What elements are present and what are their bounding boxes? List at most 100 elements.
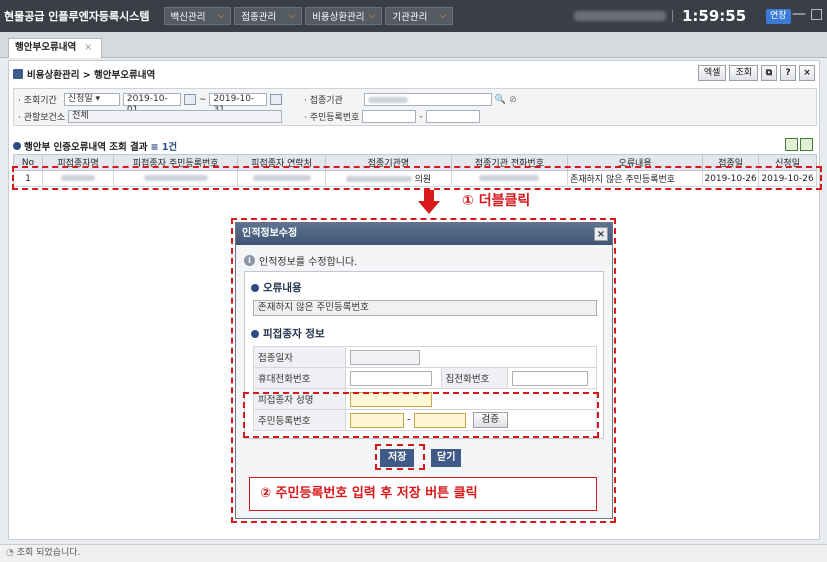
org-label: · 접종기관 — [304, 96, 343, 106]
menu-label: 기관관리 — [392, 12, 428, 23]
row-highlight-annotation — [12, 166, 822, 190]
period-row: · 조회기간 신청일 ▾ 2019-10-01 ~ 2019-10-31 — [18, 93, 283, 115]
search-button[interactable]: 조회 — [729, 65, 758, 81]
chevron-down-icon: ⌵ — [439, 11, 447, 21]
mobile-cell — [345, 367, 442, 389]
vacc-date-field — [350, 349, 420, 365]
search-icon[interactable]: 🔍 — [495, 95, 506, 105]
rrn-front-input[interactable] — [362, 110, 417, 123]
chevron-down-icon: ⌵ — [368, 11, 376, 21]
mobile-input[interactable] — [350, 370, 432, 386]
clear-icon[interactable]: ⊘ — [509, 95, 517, 105]
menu-institution[interactable]: 기관관리 ⌵ — [385, 7, 454, 25]
vacc-date-cell — [345, 346, 597, 368]
section-person-title: 피접종자 정보 — [263, 328, 325, 340]
annotation-save-instruction: ② 주민등록번호 입력 후 저장 버튼 클릭 — [249, 477, 597, 511]
section-error: 오류내용 — [251, 280, 302, 295]
date-from-input[interactable]: 2019-10-01 — [122, 93, 181, 115]
grid-settings-icon[interactable] — [785, 138, 798, 151]
calendar-icon[interactable] — [183, 94, 196, 105]
help-button[interactable]: ? — [780, 65, 796, 81]
extend-session-button[interactable]: 연장 — [766, 9, 791, 24]
home-phone-input[interactable] — [511, 370, 588, 386]
vacc-date-label: 접종일자 — [253, 346, 346, 368]
app-title: 현물공급 인플루엔자등록시스템 — [4, 10, 150, 23]
toolbar: 엑셀 조회 ⧉ ? × — [697, 65, 815, 81]
arrow-down-icon — [418, 190, 440, 214]
grid-tools — [785, 138, 813, 151]
dialog-message: i 인적정보를 수정합니다. — [244, 253, 357, 268]
edit-person-dialog: 인적정보수정 × i 인적정보를 수정합니다. 오류내용 존재하지 않은 주민등… — [235, 222, 613, 519]
dash: - — [419, 111, 423, 122]
save-highlight-annotation — [375, 444, 425, 470]
period-type-value: 신청일 — [67, 94, 93, 104]
breadcrumb: 비용상환관리 > 행안부오류내역 — [13, 67, 155, 81]
bullet-icon — [251, 283, 259, 292]
result-count: ≡ 1건 — [150, 142, 178, 153]
error-content-field: 존재하지 않은 주민등록번호 — [253, 300, 597, 316]
health-center-row: · 관할보건소 전체 — [18, 110, 283, 123]
chevron-down-icon: ⌵ — [217, 11, 225, 21]
org-input[interactable] — [363, 93, 492, 106]
annotation-double-click: ① 더블클릭 — [462, 193, 531, 209]
dialog-message-text: 인적정보를 수정합니다. — [259, 257, 358, 268]
menu-label: 비용상환관리 — [312, 12, 365, 23]
bullet-icon — [251, 329, 259, 338]
home-phone-label: 집전화번호 — [440, 367, 508, 389]
form-row: 휴대전화번호 집전화번호 — [253, 367, 598, 389]
page-icon — [13, 69, 23, 79]
close-icon[interactable]: × — [84, 42, 92, 53]
tab-mois-errors[interactable]: 행안부오류내역 × — [8, 38, 102, 58]
close-page-button[interactable]: × — [799, 65, 815, 81]
rrn-back-input[interactable] — [425, 110, 480, 123]
menu-vaccination[interactable]: 접종관리 ⌵ — [234, 7, 303, 25]
health-center-field[interactable]: 전체 — [68, 110, 283, 123]
close-icon[interactable]: × — [594, 227, 608, 241]
rrn-label: · 주민등록번호 — [304, 113, 360, 123]
excel-button[interactable]: 엑셀 — [697, 65, 727, 81]
menu-vaccine[interactable]: 백신관리 ⌵ — [163, 7, 232, 25]
org-row: · 접종기관 🔍 ⊘ — [304, 93, 517, 106]
dialog-title: 인적정보수정 — [242, 228, 298, 239]
health-center-label: · 관할보건소 — [18, 113, 66, 123]
section-error-title: 오류내용 — [263, 282, 302, 294]
tilde: ~ — [198, 94, 207, 105]
bullet-icon — [13, 142, 21, 150]
blurred-value — [367, 97, 408, 103]
session-clock: 1:59:55 — [682, 7, 747, 25]
search-panel: · 조회기간 신청일 ▾ 2019-10-01 ~ 2019-10-31 · 관… — [13, 88, 817, 126]
rrn-row: · 주민등록번호 - — [304, 110, 480, 123]
mobile-label: 휴대전화번호 — [253, 367, 346, 389]
dialog-header: 인적정보수정 × — [236, 223, 612, 245]
main-menu: 백신관리 ⌵ 접종관리 ⌵ 비용상환관리 ⌵ 기관관리 ⌵ — [163, 7, 454, 25]
period-label: · 조회기간 — [18, 96, 57, 106]
minimize-icon[interactable]: — — [792, 6, 806, 22]
form-row: 접종일자 — [253, 346, 597, 368]
section-person: 피접종자 정보 — [251, 326, 325, 341]
grid-title-text: 행안부 인증오류내역 조회 결과 — [24, 142, 148, 153]
chevron-down-icon: ⌵ — [288, 11, 296, 21]
status-text: 조회 되었습니다. — [16, 548, 81, 558]
user-info-blurred — [574, 11, 666, 21]
date-to-input[interactable]: 2019-10-31 — [209, 93, 268, 115]
calendar-icon[interactable] — [270, 94, 283, 105]
menu-reimbursement[interactable]: 비용상환관리 ⌵ — [305, 7, 383, 25]
home-phone-cell — [506, 367, 598, 389]
divider — [672, 10, 673, 22]
period-type-select[interactable]: 신청일 ▾ — [63, 93, 120, 106]
popout-icon[interactable]: ⧉ — [761, 65, 777, 81]
maximize-icon[interactable]: □ — [810, 6, 823, 22]
title-bar: 현물공급 인플루엔자등록시스템 백신관리 ⌵ 접종관리 ⌵ 비용상환관리 ⌵ 기관관리… — [0, 0, 827, 32]
excel-export-icon[interactable] — [800, 138, 813, 151]
tab-label: 행안부오류내역 — [15, 42, 77, 53]
grid-title: 행안부 인증오류내역 조회 결과 ≡ 1건 — [13, 139, 177, 153]
menu-label: 백신관리 — [170, 12, 206, 23]
close-button[interactable]: 닫기 — [431, 449, 462, 467]
breadcrumb-text: 비용상환관리 > 행안부오류내역 — [27, 70, 156, 81]
menu-label: 접종관리 — [241, 12, 277, 23]
status-bar: ◔ 조회 되었습니다. — [0, 544, 827, 562]
tab-strip: 행안부오류내역 × — [0, 32, 827, 58]
info-icon: i — [244, 255, 255, 266]
status-icon: ◔ — [6, 548, 14, 558]
fields-highlight-annotation — [243, 392, 599, 438]
